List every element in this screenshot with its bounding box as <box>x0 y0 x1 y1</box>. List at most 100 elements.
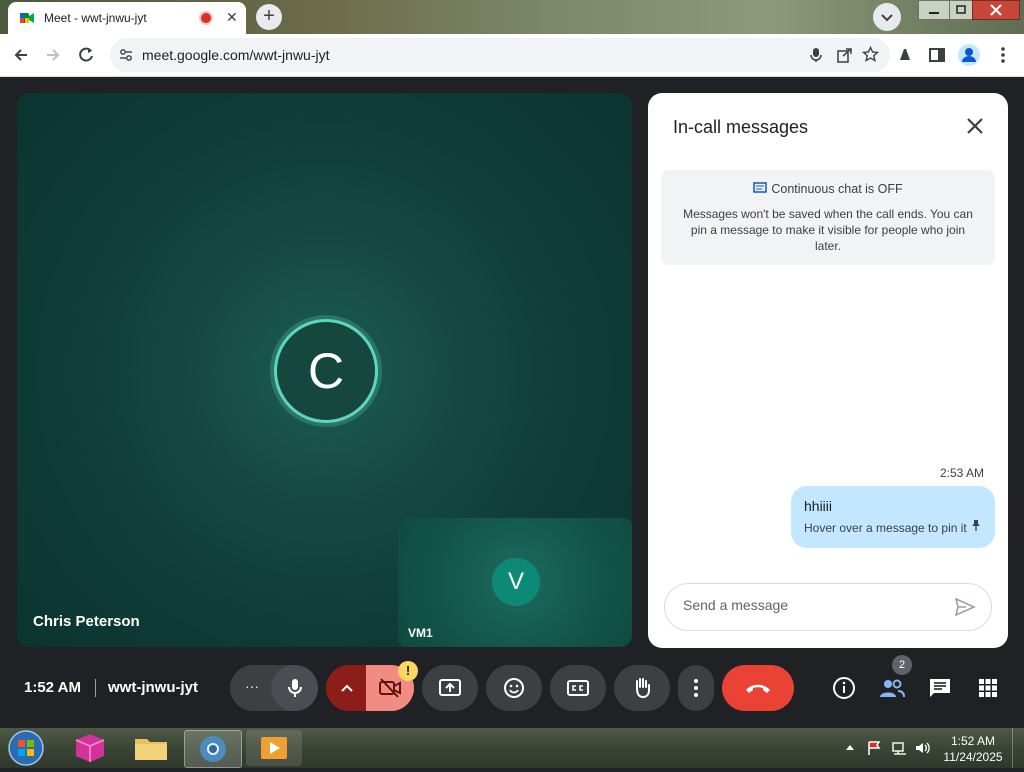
reactions-button[interactable] <box>486 665 542 711</box>
network-icon <box>892 742 906 755</box>
closed-captions-icon <box>550 665 606 711</box>
meeting-clock: 1:52 AM <box>24 679 81 696</box>
taskbar-file-explorer[interactable] <box>123 730 179 766</box>
self-view-name: VM1 <box>408 626 433 640</box>
close-chat-button[interactable] <box>962 113 988 139</box>
side-panel-button[interactable] <box>924 42 950 68</box>
pushpin-icon <box>972 520 980 531</box>
app-cube-icon <box>75 734 105 762</box>
chat-panel-title: In-call messages <box>673 117 809 137</box>
volume-tray[interactable] <box>914 740 932 756</box>
chat-bubble-icon <box>753 182 768 193</box>
more-options-button[interactable] <box>678 665 714 711</box>
tab-title: Meet - wwt-jnwu-jyt <box>44 11 147 25</box>
message-text: hhiiii <box>804 498 833 514</box>
notice-title: Continuous chat is OFF <box>771 182 903 196</box>
browser-toolbar: meet.google.com/wwt-jnwu-jyt <box>0 34 1024 77</box>
raise-hand-button[interactable] <box>614 665 670 711</box>
send-button[interactable] <box>953 596 977 618</box>
activities-button[interactable] <box>973 673 1003 703</box>
profile-button[interactable] <box>956 42 982 68</box>
browser-menu-button[interactable] <box>990 42 1016 68</box>
self-view-tile[interactable]: V VM1 <box>398 518 632 647</box>
close-icon <box>967 118 983 134</box>
minimize-window-button[interactable] <box>918 0 950 20</box>
start-button[interactable] <box>6 729 46 767</box>
captions-button[interactable] <box>550 665 606 711</box>
camera-warning-badge: ! <box>398 661 418 681</box>
kebab-menu-icon <box>678 665 714 711</box>
microphone-icon <box>271 665 318 711</box>
clock-time: 1:52 AM <box>950 734 996 748</box>
action-center-tray[interactable] <box>866 740 884 756</box>
show-desktop-button[interactable] <box>1012 728 1024 768</box>
people-button[interactable] <box>877 673 907 703</box>
main-participant-name: Chris Peterson <box>33 613 140 630</box>
chat-icon <box>930 679 950 697</box>
taskbar-chrome[interactable] <box>184 730 242 768</box>
restore-icon <box>956 5 966 14</box>
close-icon <box>990 4 1002 16</box>
close-window-button[interactable] <box>972 0 1020 20</box>
clock-date: 11/24/2025 <box>943 750 1003 764</box>
windows-start-orb-icon <box>8 730 44 766</box>
windows-taskbar: 1:52 AM 11/24/2025 <box>0 728 1024 768</box>
triangle-up-icon <box>846 745 854 750</box>
address-url: meet.google.com/wwt-jnwu-jyt <box>142 47 330 63</box>
minimize-icon <box>929 12 939 14</box>
pin-hint-text: Hover over a message to pin it <box>804 521 967 535</box>
people-count-badge: 2 <box>892 655 912 675</box>
leave-call-button[interactable] <box>722 665 794 711</box>
network-tray[interactable] <box>891 740 909 756</box>
chat-message[interactable]: hhiiii Hover over a message to pin it <box>791 486 995 548</box>
chevron-up-icon <box>326 665 368 711</box>
send-message-field[interactable] <box>664 583 992 631</box>
tab-search-button[interactable] <box>873 3 901 31</box>
meeting-details-button[interactable] <box>829 673 859 703</box>
reload-icon <box>79 47 93 62</box>
profile-avatar-icon <box>958 44 980 66</box>
taskbar-media-app[interactable] <box>246 730 302 766</box>
reload-button[interactable] <box>73 42 99 68</box>
microphone-in-use-icon[interactable] <box>808 47 824 63</box>
present-screen-icon <box>422 665 478 711</box>
back-button[interactable] <box>8 42 34 68</box>
side-panel-icon <box>929 48 945 62</box>
microphone-button[interactable] <box>271 665 318 711</box>
notice-heading: Continuous chat is OFF <box>661 182 995 196</box>
new-tab-button[interactable]: + <box>256 4 282 30</box>
taskbar-app-1[interactable] <box>62 730 118 766</box>
video-control-group: ! <box>326 661 418 711</box>
audio-settings-button[interactable]: ··· <box>230 665 274 711</box>
media-player-icon <box>261 737 287 759</box>
divider <box>95 679 96 697</box>
chat-button[interactable] <box>925 673 955 703</box>
browser-icon <box>200 736 226 762</box>
system-clock[interactable]: 1:52 AM 11/24/2025 <box>938 733 1008 765</box>
info-icon <box>833 677 855 699</box>
raise-hand-icon <box>614 665 670 711</box>
share-icon[interactable] <box>837 47 853 63</box>
emoji-icon <box>486 665 542 711</box>
extensions-button[interactable] <box>892 42 918 68</box>
message-input[interactable] <box>681 596 935 614</box>
address-bar[interactable]: meet.google.com/wwt-jnwu-jyt <box>110 38 890 72</box>
main-participant-avatar: C <box>274 319 378 423</box>
close-tab-icon[interactable]: ✕ <box>226 9 238 26</box>
arrow-left-icon <box>14 49 27 61</box>
speaker-icon <box>916 742 930 754</box>
flag-warning-icon <box>868 741 881 755</box>
bookmark-star-icon[interactable] <box>862 46 879 63</box>
google-meet-favicon-icon <box>20 13 34 23</box>
video-settings-button[interactable] <box>326 665 368 711</box>
apps-grid-icon <box>979 679 997 697</box>
recording-indicator-icon <box>201 13 211 23</box>
continuous-chat-notice: Continuous chat is OFF Messages won't be… <box>661 170 995 265</box>
main-video-tile[interactable]: C Chris Peterson V VM1 <box>17 93 632 647</box>
pin-icon[interactable] <box>971 519 981 534</box>
restore-window-button[interactable] <box>949 0 973 20</box>
forward-button[interactable] <box>40 42 66 68</box>
show-hidden-icons-button[interactable] <box>844 740 856 754</box>
present-screen-button[interactable] <box>422 665 478 711</box>
browser-tab-meet[interactable]: Meet - wwt-jnwu-jyt ✕ <box>8 2 246 34</box>
